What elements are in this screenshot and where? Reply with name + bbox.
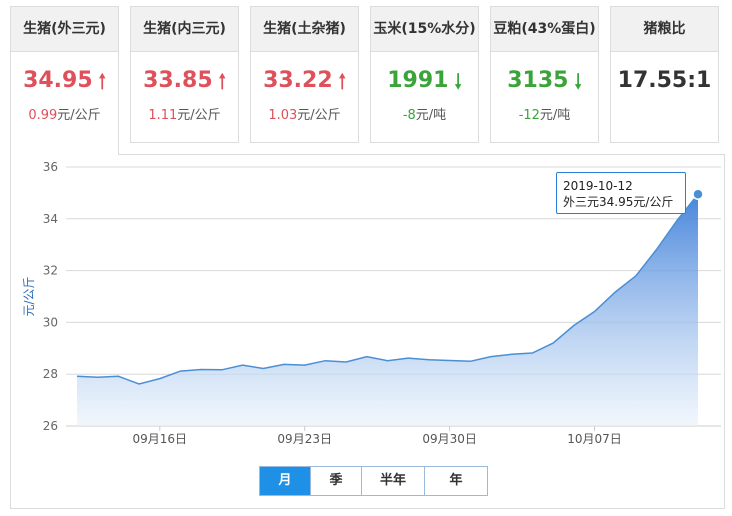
- price-card-soymeal[interactable]: 豆粕(43%蛋白) 3135 🠓 -12元/吨: [490, 6, 599, 143]
- data-point[interactable]: [95, 375, 100, 380]
- price-card-tuzazhu[interactable]: 生猪(土杂猪) 33.22 🠑 1.03元/公斤: [250, 6, 359, 143]
- data-point[interactable]: [75, 374, 80, 379]
- data-point[interactable]: [323, 358, 328, 363]
- tooltip-date: 2019-10-12: [563, 179, 633, 193]
- card-title: 生猪(土杂猪): [251, 7, 358, 52]
- data-point[interactable]: [530, 350, 535, 355]
- y-tick-label: 26: [43, 419, 58, 433]
- price-card-pig-grain-ratio[interactable]: 猪粮比 17.55:1: [610, 6, 719, 143]
- x-tick-label: 10月07日: [567, 432, 622, 446]
- y-tick-label: 36: [43, 160, 58, 174]
- data-point-highlight[interactable]: [692, 188, 704, 200]
- arrow-up-icon: 🠑: [218, 69, 226, 93]
- data-point[interactable]: [116, 374, 121, 379]
- period-halfyear-button[interactable]: 半年: [362, 467, 425, 495]
- arrow-up-icon: 🠑: [338, 69, 346, 93]
- data-point[interactable]: [137, 382, 142, 387]
- price-card-waisanyuan[interactable]: 生猪(外三元) 34.95 🠑 0.99元/公斤: [10, 6, 119, 155]
- period-month-button[interactable]: 月: [260, 467, 311, 495]
- data-point[interactable]: [199, 367, 204, 372]
- data-point[interactable]: [468, 359, 473, 364]
- card-change: 1.03元/公斤: [268, 108, 341, 123]
- data-point[interactable]: [344, 360, 349, 365]
- data-point[interactable]: [592, 309, 597, 314]
- data-point[interactable]: [633, 273, 638, 278]
- card-title: 玉米(15%水分): [371, 7, 478, 52]
- card-value: 33.22 🠑: [263, 68, 346, 93]
- chart-tooltip: 2019-10-12 外三元34.95元/公斤: [556, 172, 686, 214]
- data-point[interactable]: [509, 352, 514, 357]
- x-tick-label: 09月30日: [422, 432, 477, 446]
- card-title: 生猪(内三元): [131, 7, 238, 52]
- y-tick-label: 30: [43, 315, 58, 329]
- card-value: 34.95 🠑: [23, 68, 106, 93]
- data-point[interactable]: [447, 358, 452, 363]
- card-value: 3135 🠓: [507, 68, 582, 93]
- data-point[interactable]: [426, 357, 431, 362]
- data-point[interactable]: [302, 363, 307, 368]
- period-selector: 月 季 半年 年: [259, 466, 488, 496]
- card-value: 17.55:1: [617, 68, 712, 93]
- data-point[interactable]: [219, 367, 224, 372]
- data-point[interactable]: [406, 356, 411, 361]
- x-tick-label: 09月16日: [133, 432, 188, 446]
- card-value: 33.85 🠑: [143, 68, 226, 93]
- series-area: [77, 194, 698, 426]
- data-point[interactable]: [571, 323, 576, 328]
- card-change: 1.11元/公斤: [148, 108, 221, 123]
- data-point[interactable]: [675, 218, 680, 223]
- card-change: -8元/吨: [402, 108, 447, 123]
- period-year-button[interactable]: 年: [425, 467, 487, 495]
- data-point[interactable]: [282, 362, 287, 367]
- data-point[interactable]: [157, 376, 162, 381]
- data-point[interactable]: [654, 247, 659, 252]
- card-change: -12元/吨: [518, 108, 571, 123]
- y-tick-label: 32: [43, 264, 58, 278]
- period-quarter-button[interactable]: 季: [311, 467, 362, 495]
- y-axis-title: 元/公斤: [22, 276, 36, 316]
- arrow-down-icon: 🠓: [454, 69, 462, 93]
- data-point[interactable]: [364, 354, 369, 359]
- data-point[interactable]: [489, 354, 494, 359]
- y-tick-label: 34: [43, 212, 58, 226]
- price-card-neisanyuan[interactable]: 生猪(内三元) 33.85 🠑 1.11元/公斤: [130, 6, 239, 143]
- data-point[interactable]: [178, 369, 183, 374]
- card-change: 0.99元/公斤: [28, 108, 101, 123]
- tooltip-value: 外三元34.95元/公斤: [563, 195, 674, 209]
- data-point[interactable]: [240, 363, 245, 368]
- data-point[interactable]: [385, 358, 390, 363]
- arrow-down-icon: 🠓: [574, 69, 582, 93]
- y-tick-label: 28: [43, 367, 58, 381]
- card-title: 猪粮比: [611, 7, 718, 52]
- price-card-corn[interactable]: 玉米(15%水分) 1991 🠓 -8元/吨: [370, 6, 479, 143]
- data-point[interactable]: [613, 290, 618, 295]
- card-title: 生猪(外三元): [11, 7, 118, 52]
- card-title: 豆粕(43%蛋白): [491, 7, 598, 52]
- arrow-up-icon: 🠑: [98, 69, 106, 93]
- data-point[interactable]: [261, 366, 266, 371]
- data-point[interactable]: [551, 341, 556, 346]
- card-value: 1991 🠓: [387, 68, 462, 93]
- x-tick-label: 09月23日: [277, 432, 332, 446]
